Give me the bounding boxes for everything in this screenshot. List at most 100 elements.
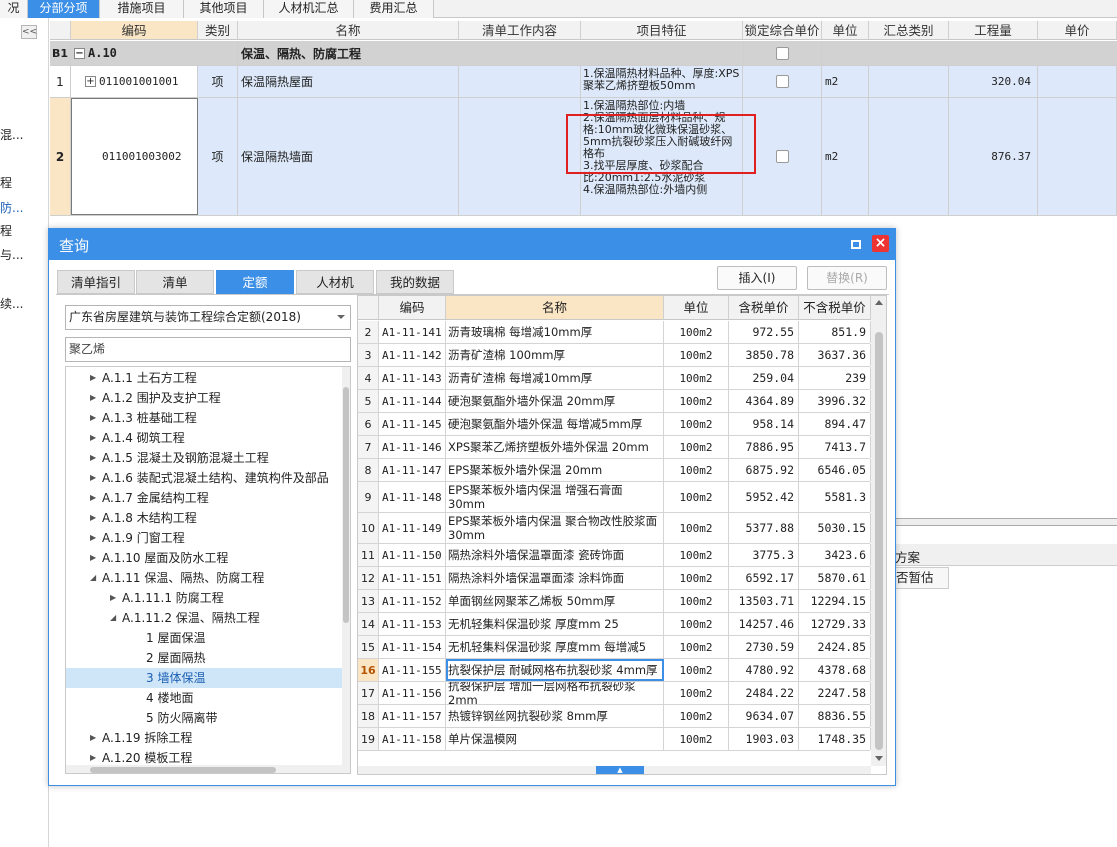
quota-name[interactable]: 无机轻集料保温砂浆 厚度mm 25 [446, 613, 664, 635]
scroll-down-icon[interactable] [875, 756, 883, 761]
header-summary-category[interactable]: 汇总类别 [869, 21, 949, 40]
quota-notax-price[interactable]: 6546.05 [799, 459, 871, 481]
quota-notax-price[interactable]: 894.47 [799, 413, 871, 435]
sidebar-snippet[interactable]: 续... [0, 295, 23, 312]
tree-node[interactable]: ▶ A.1.3 桩基础工程 [66, 408, 342, 428]
tree-node[interactable]: 1 屋面保温 [66, 628, 342, 648]
quota-code[interactable]: A1-11-150 [379, 544, 446, 566]
quota-row[interactable]: 13 A1-11-152 单面钢丝网聚苯乙烯板 50mm厚 100m2 13503.71… [358, 590, 871, 613]
row-name[interactable]: 保温隔热屋面 [238, 66, 459, 97]
expand-arrow-icon[interactable]: ▶ [90, 528, 96, 548]
quota-library-select[interactable]: 广东省房屋建筑与装饰工程综合定额(2018) [65, 305, 351, 330]
quota-code[interactable]: A1-11-156 [379, 682, 446, 704]
row-lock-cell[interactable] [743, 66, 822, 97]
tab-cost-summary[interactable]: 费用汇总 [354, 0, 434, 18]
tab-bill-guide[interactable]: 清单指引 [57, 270, 135, 294]
tree-node[interactable]: 4 楼地面 [66, 688, 342, 708]
quota-row[interactable]: 19 A1-11-158 单片保温模网 100m2 1903.03 1748.35 [358, 728, 871, 751]
plan-tab-strip[interactable]: 方案 [895, 544, 1117, 566]
row-lock-cell[interactable] [743, 98, 822, 215]
quota-scrollbar-thumb[interactable] [875, 332, 883, 750]
tree-node[interactable]: 3 墙体保温 [66, 668, 342, 688]
quota-name[interactable]: EPS聚苯板外墙内保温 增强石膏面 30mm [446, 482, 664, 512]
quota-row[interactable]: 17 A1-11-156 抗裂保护层 增加一层网格布抗裂砂浆2mm 100m2 2484… [358, 682, 871, 705]
row-code-cell[interactable]: 011001003002 [71, 98, 198, 215]
quota-name[interactable]: 单片保温模网 [446, 728, 664, 750]
lock-price-checkbox[interactable] [775, 150, 789, 163]
expand-arrow-icon[interactable]: ▶ [90, 548, 96, 568]
quota-notax-price[interactable]: 4378.68 [799, 659, 871, 681]
quota-notax-price[interactable]: 239 [799, 367, 871, 389]
tree-node[interactable]: ▶ A.1.19 拆除工程 [66, 728, 342, 748]
quota-notax-price[interactable]: 1748.35 [799, 728, 871, 750]
expand-arrow-icon[interactable]: ▶ [90, 468, 96, 488]
sidebar-snippet[interactable]: 混... [0, 126, 23, 143]
quota-notax-price[interactable]: 2424.85 [799, 636, 871, 658]
quota-tax-price[interactable]: 259.04 [729, 367, 799, 389]
quota-name[interactable]: 隔热涂料外墙保温罩面漆 瓷砖饰面 [446, 544, 664, 566]
tab-measures[interactable]: 措施项目 [100, 0, 184, 18]
quota-tax-price[interactable]: 2730.59 [729, 636, 799, 658]
tree-node[interactable]: ▶ A.1.1 土石方工程 [66, 368, 342, 388]
quota-tax-price[interactable]: 5952.42 [729, 482, 799, 512]
tree-node[interactable]: ▶ A.1.5 混凝土及钢筋混凝土工程 [66, 448, 342, 468]
quota-unit[interactable]: 100m2 [664, 544, 729, 566]
quota-code[interactable]: A1-11-154 [379, 636, 446, 658]
quota-unit[interactable]: 100m2 [664, 705, 729, 727]
panel-splitter[interactable] [895, 518, 1117, 526]
quota-code[interactable]: A1-11-157 [379, 705, 446, 727]
quota-notax-price[interactable]: 3637.36 [799, 344, 871, 366]
quota-code[interactable]: A1-11-148 [379, 482, 446, 512]
quota-name[interactable]: 硬泡聚氨酯外墙外保温 20mm厚 [446, 390, 664, 412]
tab-plan[interactable]: 方案 [895, 547, 920, 566]
expand-arrow-icon[interactable]: ▶ [90, 508, 96, 528]
collapse-arrow-icon[interactable]: ◢ [90, 568, 96, 588]
quota-name[interactable]: EPS聚苯板外墙外保温 20mm [446, 459, 664, 481]
row-features[interactable]: 1.保温隔热部位:内墙 2.保温隔热面层材料品种、规格:10mm玻化微珠保温砂浆… [581, 98, 743, 215]
quota-name[interactable]: 沥青玻璃棉 每增减10mm厚 [446, 321, 664, 343]
quota-code[interactable]: A1-11-151 [379, 567, 446, 589]
quota-code[interactable]: A1-11-155 [379, 659, 446, 681]
sidebar-snippet[interactable]: 程 [0, 174, 12, 191]
quota-notax-price[interactable]: 7413.7 [799, 436, 871, 458]
quota-row[interactable]: 9 A1-11-148 EPS聚苯板外墙内保温 增强石膏面 30mm 100m2 595… [358, 482, 871, 513]
quota-unit[interactable]: 100m2 [664, 413, 729, 435]
tab-quota[interactable]: 定额 [216, 270, 294, 294]
replace-button[interactable]: 替换(R) [807, 266, 887, 290]
row-quantity[interactable]: 320.04 [949, 66, 1038, 97]
sidebar-snippet[interactable]: 与... [0, 246, 23, 263]
row-unit-price[interactable] [1038, 66, 1117, 97]
quota-name[interactable]: 沥青矿渣棉 每增减10mm厚 [446, 367, 664, 389]
tab-bill[interactable]: 清单 [136, 270, 214, 294]
tree-node[interactable]: 5 防火隔离带 [66, 708, 342, 728]
quota-notax-price[interactable]: 8836.55 [799, 705, 871, 727]
quota-tax-price[interactable]: 6592.17 [729, 567, 799, 589]
maximize-icon[interactable] [849, 238, 862, 251]
quota-row[interactable]: 14 A1-11-153 无机轻集料保温砂浆 厚度mm 25 100m2 14257.4… [358, 613, 871, 636]
quota-tax-price[interactable]: 3850.78 [729, 344, 799, 366]
quota-unit[interactable]: 100m2 [664, 682, 729, 704]
dialog-titlebar[interactable]: 查询 × [49, 229, 895, 260]
quota-notax-price[interactable]: 3996.32 [799, 390, 871, 412]
quota-unit[interactable]: 100m2 [664, 321, 729, 343]
expand-arrow-icon[interactable]: ▶ [90, 728, 96, 748]
quota-row[interactable]: 10 A1-11-149 EPS聚苯板外墙内保温 聚合物改性胶浆面 30mm 100m… [358, 513, 871, 544]
quota-code[interactable]: A1-11-149 [379, 513, 446, 543]
quota-tax-price[interactable]: 13503.71 [729, 590, 799, 612]
quota-row[interactable]: 15 A1-11-154 无机轻集料保温砂浆 厚度mm 每增减5 100m2 2730.… [358, 636, 871, 659]
section-code-cell[interactable]: − A.10 [71, 41, 238, 65]
quota-tax-price[interactable]: 4364.89 [729, 390, 799, 412]
insert-button[interactable]: 插入(I) [717, 266, 797, 290]
quota-header-code[interactable]: 编码 [379, 296, 446, 320]
quota-name[interactable]: 抗裂保护层 耐碱网格布抗裂砂浆 4mm厚 [446, 659, 664, 681]
quota-unit[interactable]: 100m2 [664, 367, 729, 389]
quota-notax-price[interactable]: 5581.3 [799, 482, 871, 512]
quota-code[interactable]: A1-11-158 [379, 728, 446, 750]
quota-tax-price[interactable]: 2484.22 [729, 682, 799, 704]
tab-labor-material-summary[interactable]: 人材机汇总 [264, 0, 354, 18]
header-name[interactable]: 名称 [238, 21, 459, 40]
expand-arrow-icon[interactable]: ▶ [90, 388, 96, 408]
quota-unit[interactable]: 100m2 [664, 728, 729, 750]
row-features[interactable]: 1.保温隔热材料品种、厚度:XPS聚苯乙烯挤塑板50mm [581, 66, 743, 97]
quota-row[interactable]: 18 A1-11-157 热镀锌钢丝网抗裂砂浆 8mm厚 100m2 9634.07 88… [358, 705, 871, 728]
